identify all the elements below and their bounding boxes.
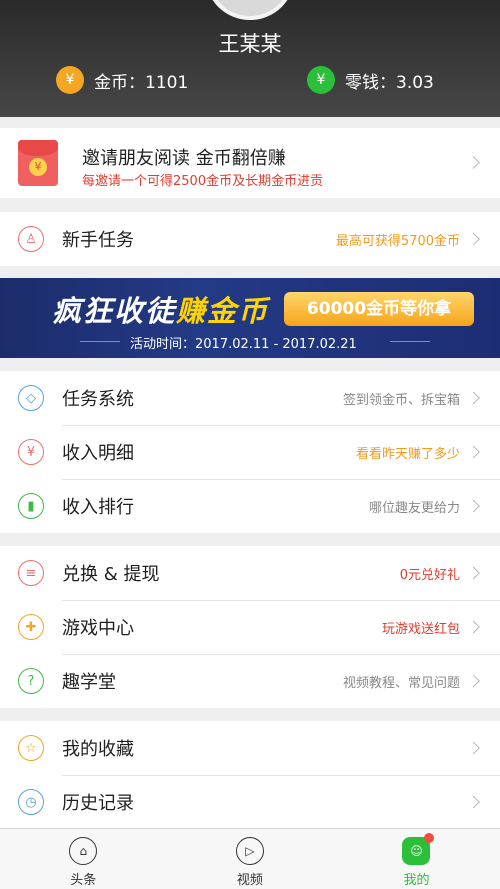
menu-label: 收入排行 [62, 497, 134, 518]
chevron-right-icon [467, 566, 480, 580]
menu-hint: 玩游戏送红包 [381, 621, 460, 637]
tab-video[interactable]: ▷ 视频 [167, 829, 334, 889]
chevron-right-icon [467, 674, 480, 688]
chevron-right-icon [467, 391, 480, 405]
menu-section-tasks: ◇ 任务系统 签到领金币、拆宝箱 ¥ 收入明细 看看昨天赚了多少 ▮ 收入排行 … [0, 371, 500, 533]
coin-stack-icon: ≡ [18, 560, 44, 586]
menu-hint: 视频教程、常见问题 [342, 675, 460, 691]
bottom-tab-bar: ⌂ 头条 ▷ 视频 ☺ 我的 [0, 828, 500, 889]
coin-balance-label: 金币：1101 [94, 72, 189, 93]
profile-header: 王某某 ¥ 金币：1101 ¥ 零钱：3.03 [0, 0, 500, 117]
invite-title: 邀请朋友阅读 金币翻倍赚 [82, 148, 286, 169]
clock-icon: ◷ [18, 789, 44, 815]
chevron-right-icon [467, 795, 480, 809]
menu-row-favorites[interactable]: ☆ 我的收藏 [0, 721, 500, 775]
chevron-right-icon [467, 741, 480, 755]
newbie-section: ♙ 新手任务 最高可获得5700金币 [0, 212, 500, 266]
promo-date: 活动时间：2017.02.11 - 2017.02.21 [130, 337, 357, 352]
tab-label: 头条 [70, 873, 97, 888]
newbie-task-hint: 最高可获得5700金币 [335, 233, 460, 249]
promo-headline: 疯狂收徒赚金币 [52, 294, 270, 328]
tab-headlines[interactable]: ⌂ 头条 [0, 829, 167, 889]
invite-subtitle: 每邀请一个可得2500金币及长期金币进贡 [82, 174, 324, 189]
smiley-icon: ☺ [402, 833, 435, 865]
gamepad-icon: ✚ [18, 614, 44, 640]
menu-hint: 看看昨天赚了多少 [355, 446, 460, 462]
red-packet-icon: ¥ [18, 140, 58, 186]
tab-label: 视频 [236, 873, 263, 888]
newbie-task-row[interactable]: ♙ 新手任务 最高可获得5700金币 [0, 212, 500, 266]
menu-section-history: ☆ 我的收藏 ◷ 历史记录 [0, 721, 500, 829]
chevron-right-icon [467, 620, 480, 634]
yuan-icon: ¥ [18, 439, 44, 465]
menu-label: 任务系统 [62, 389, 134, 410]
home-icon: ⌂ [69, 837, 98, 865]
chevron-right-icon [467, 499, 480, 513]
tab-label: 我的 [403, 873, 430, 888]
menu-row-game-center[interactable]: ✚ 游戏中心 玩游戏送红包 [0, 600, 500, 654]
menu-label: 历史记录 [62, 793, 134, 814]
person-icon: ♙ [18, 226, 44, 252]
menu-row-income-detail[interactable]: ¥ 收入明细 看看昨天赚了多少 [0, 425, 500, 479]
menu-label: 收入明细 [62, 443, 134, 464]
menu-label: 趣学堂 [62, 672, 116, 693]
menu-label: 游戏中心 [62, 618, 134, 639]
chevron-right-icon [467, 232, 480, 246]
menu-label: 兑换 & 提现 [62, 564, 160, 585]
menu-row-learning[interactable]: ? 趣学堂 视频教程、常见问题 [0, 654, 500, 708]
change-balance[interactable]: ¥ 零钱：3.03 [307, 66, 434, 94]
bar-chart-icon: ▮ [18, 493, 44, 519]
tab-mine[interactable]: ☺ 我的 [333, 829, 500, 889]
menu-hint: 哪位趣友更给力 [368, 500, 460, 516]
play-icon: ▷ [235, 837, 264, 865]
star-icon: ☆ [18, 735, 44, 761]
menu-hint: 0元兑好礼 [399, 567, 460, 583]
shield-icon: ◇ [18, 385, 44, 411]
newbie-task-label: 新手任务 [62, 230, 134, 251]
invite-friends-row[interactable]: ¥ 邀请朋友阅读 金币翻倍赚 每邀请一个可得2500金币及长期金币进贡 [0, 128, 500, 198]
help-icon: ? [18, 668, 44, 694]
chevron-right-icon [467, 156, 480, 169]
menu-row-income-rank[interactable]: ▮ 收入排行 哪位趣友更给力 [0, 479, 500, 533]
chevron-right-icon [467, 445, 480, 459]
menu-row-task-system[interactable]: ◇ 任务系统 签到领金币、拆宝箱 [0, 371, 500, 425]
menu-row-history[interactable]: ◷ 历史记录 [0, 775, 500, 829]
avatar[interactable] [205, 0, 295, 20]
menu-section-exchange: ≡ 兑换 & 提现 0元兑好礼 ✚ 游戏中心 玩游戏送红包 ? 趣学堂 视频教程… [0, 546, 500, 708]
change-balance-label: 零钱：3.03 [345, 72, 434, 93]
menu-label: 我的收藏 [62, 739, 134, 760]
yuan-icon: ¥ [307, 66, 335, 94]
promo-reward-pill: 60000金币等你拿 [284, 292, 474, 326]
menu-hint: 签到领金币、拆宝箱 [342, 392, 460, 408]
username: 王某某 [218, 32, 282, 56]
menu-row-exchange[interactable]: ≡ 兑换 & 提现 0元兑好礼 [0, 546, 500, 600]
coin-icon: ¥ [56, 66, 84, 94]
coin-balance[interactable]: ¥ 金币：1101 [56, 66, 188, 94]
notification-dot [424, 833, 435, 843]
promo-banner[interactable]: 疯狂收徒赚金币 60000金币等你拿 活动时间：2017.02.11 - 201… [0, 278, 500, 358]
